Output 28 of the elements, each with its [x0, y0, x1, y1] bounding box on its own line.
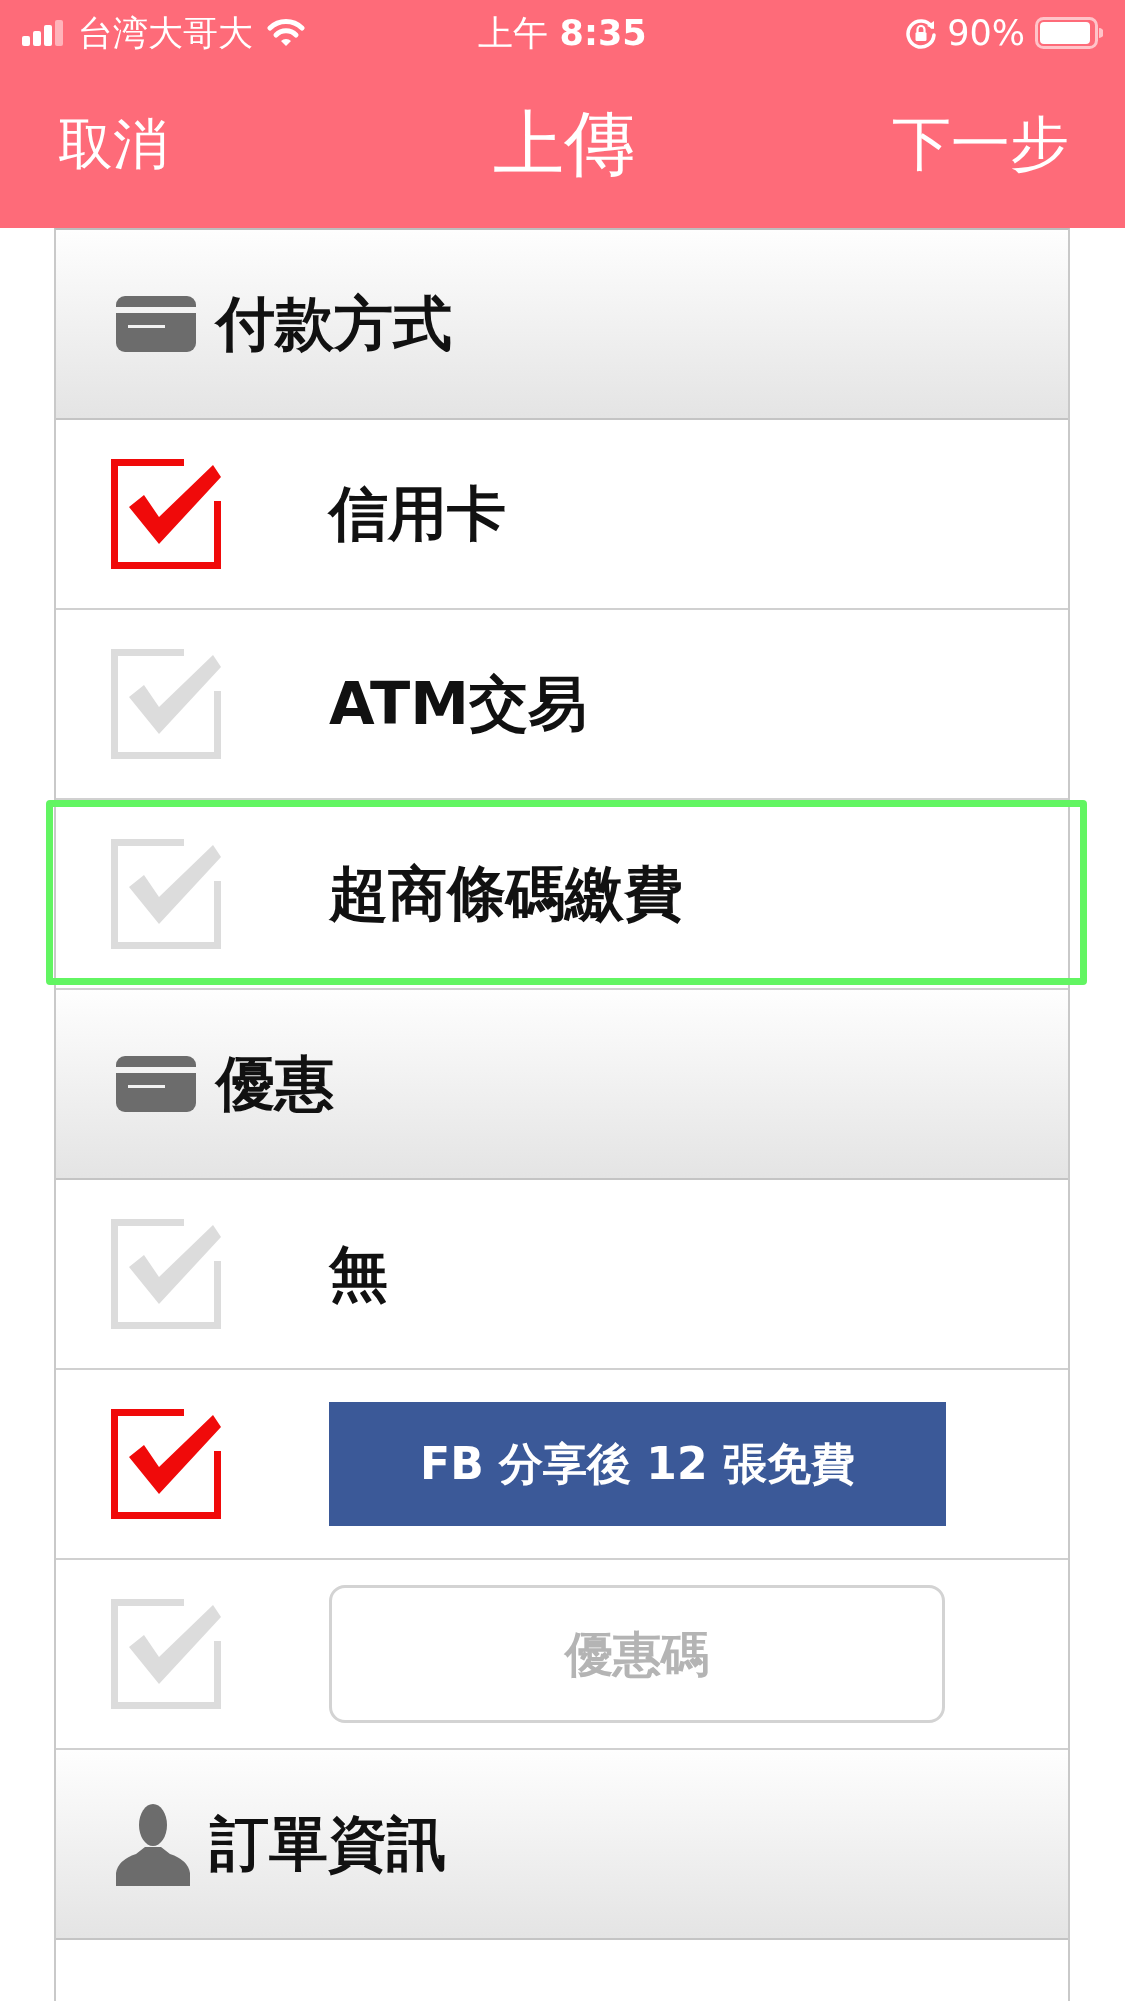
section-title: 付款方式: [216, 288, 452, 360]
checkbox[interactable]: [111, 459, 221, 569]
card-icon: [116, 296, 196, 352]
option-label: 超商條碼繳費: [329, 858, 683, 930]
nav-title: 上傳: [492, 101, 635, 187]
card-icon: [116, 1056, 196, 1112]
battery-icon: [1035, 17, 1103, 49]
rotation-lock-icon: [905, 17, 938, 49]
option-row[interactable]: 超商條碼繳費: [56, 800, 1068, 990]
wifi-icon: [267, 19, 305, 47]
option-label: ATM交易: [329, 668, 588, 740]
checkbox[interactable]: [111, 1409, 221, 1519]
option-row[interactable]: ATM交易: [56, 610, 1068, 800]
section-title: 優惠: [216, 1048, 334, 1120]
option-row[interactable]: 優惠碼: [56, 1560, 1068, 1750]
option-row[interactable]: 信用卡: [56, 420, 1068, 610]
battery-percent: 90%: [947, 15, 1025, 51]
section-title: 訂單資訊: [210, 1808, 446, 1880]
option-label: 無: [329, 1238, 388, 1310]
carrier-name: 台湾大哥大: [78, 15, 253, 51]
option-row[interactable]: FB 分享後 12 張免費: [56, 1370, 1068, 1560]
option-row[interactable]: 無: [56, 1180, 1068, 1370]
signal-icon: [22, 20, 64, 46]
option-label: 信用卡: [329, 478, 506, 550]
status-time: 上午 8:35: [478, 15, 647, 51]
coupon-field[interactable]: 優惠碼: [329, 1585, 945, 1723]
person-icon: [116, 1802, 190, 1886]
share-button[interactable]: FB 分享後 12 張免費: [329, 1402, 946, 1526]
